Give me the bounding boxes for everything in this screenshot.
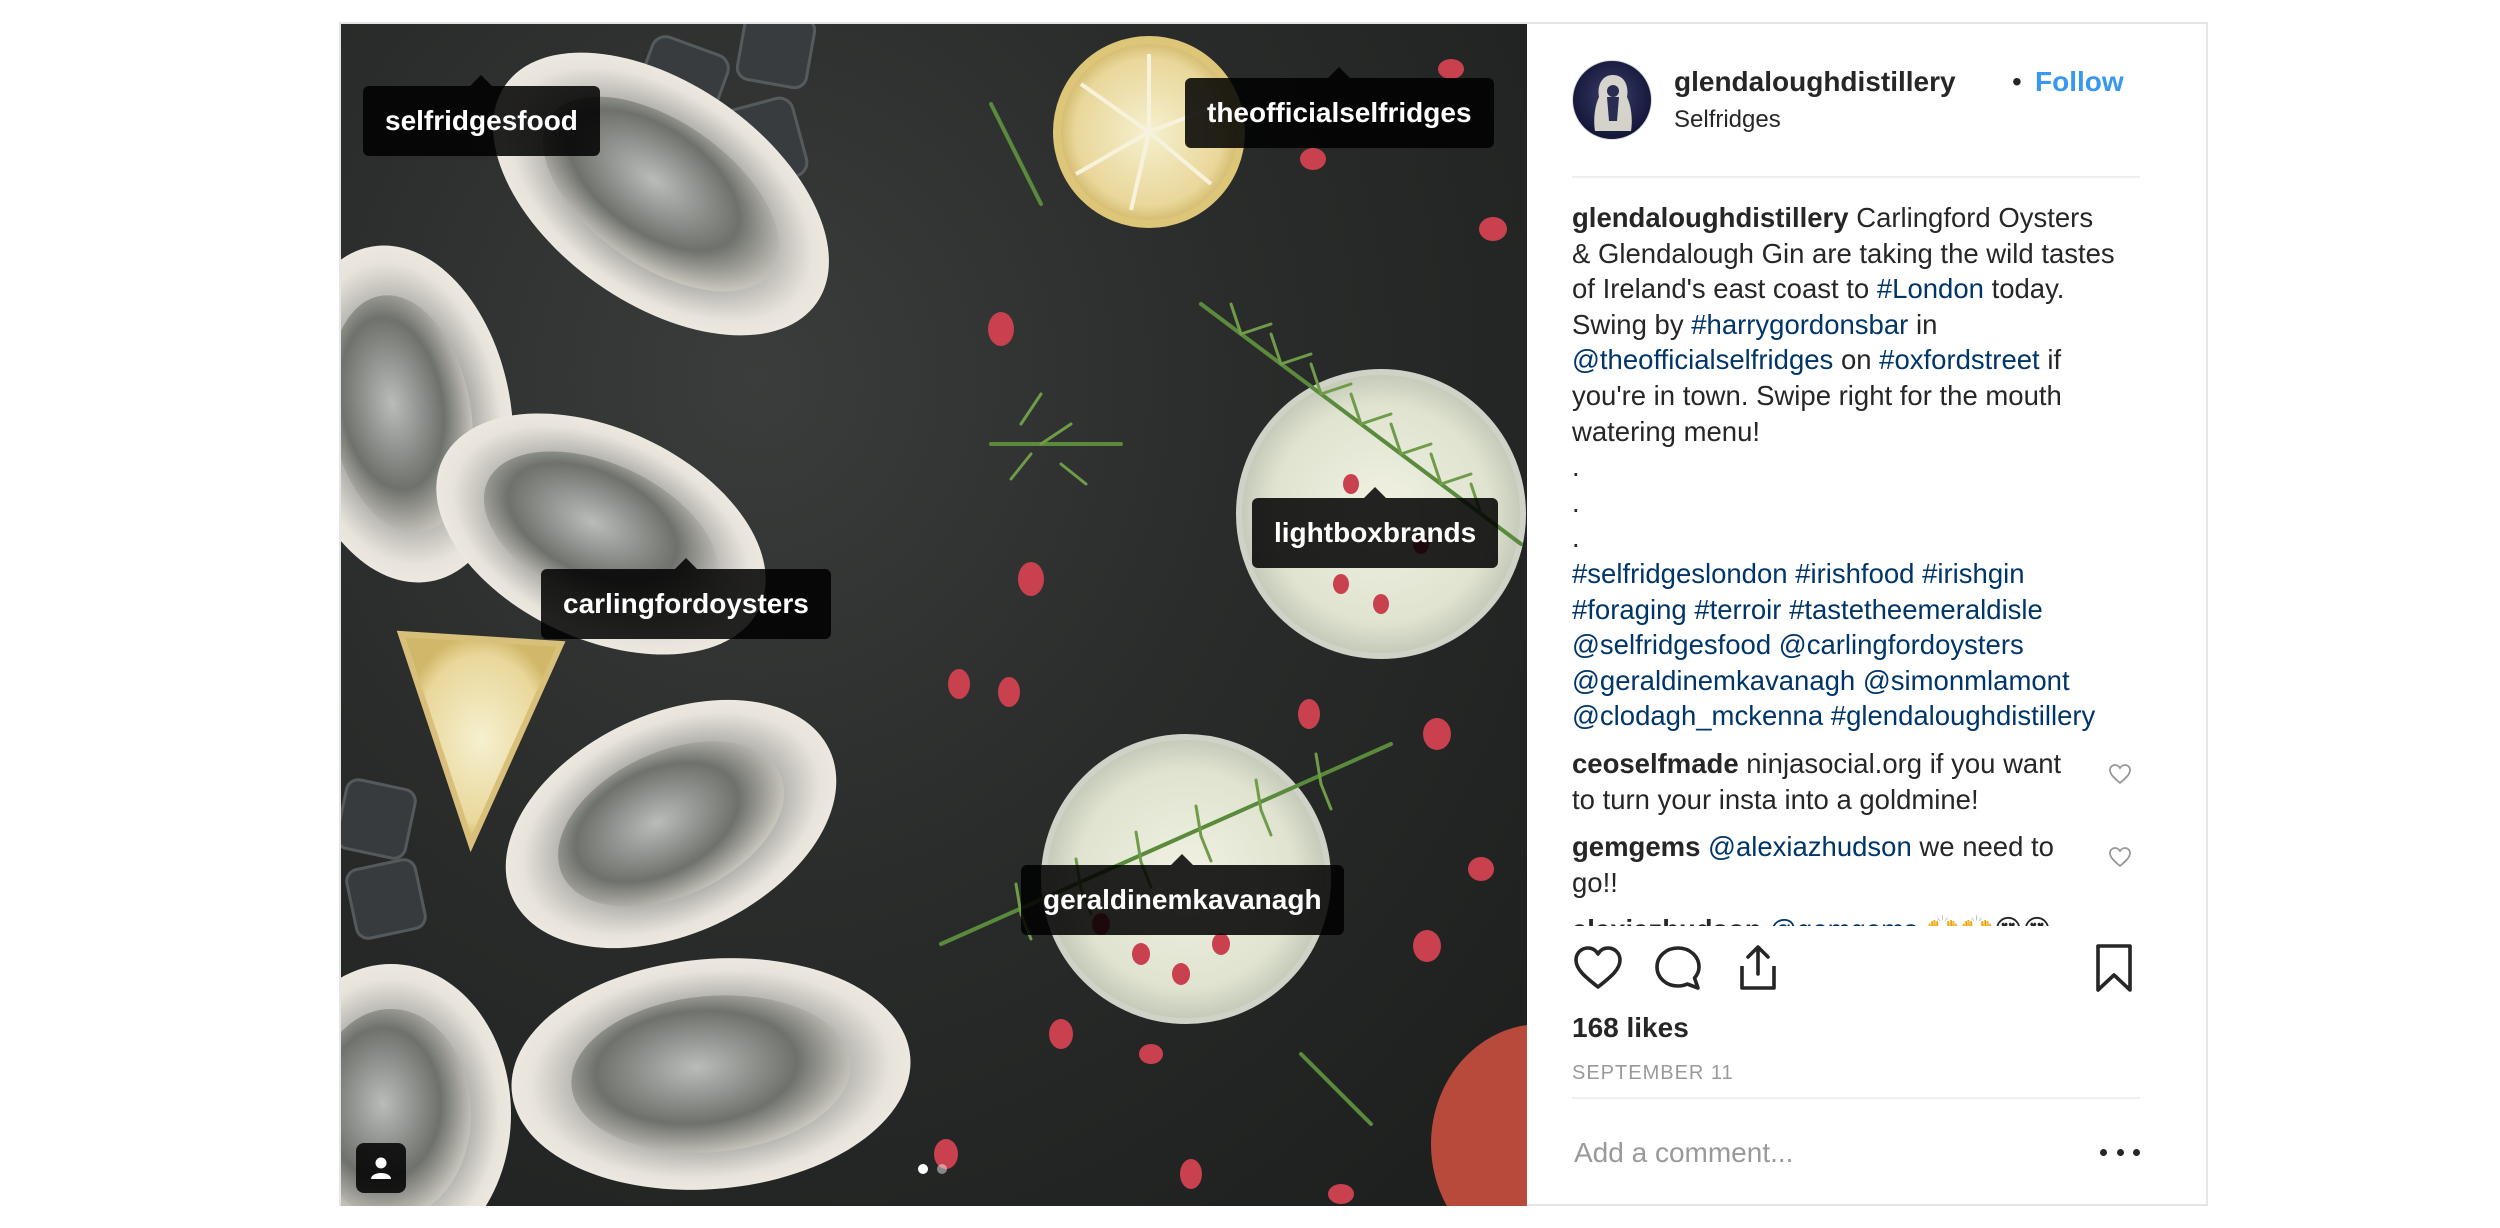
post-username[interactable]: glendaloughdistillery [1674,66,1956,98]
share-icon[interactable] [1732,942,1784,994]
hashtag-link[interactable]: #tastetheemeraldisle [1789,594,2043,625]
tagged-users-button[interactable] [356,1143,406,1193]
follow-button[interactable]: Follow [2035,66,2124,98]
post-caption: glendaloughdistillery Carlingford Oyster… [1572,200,2140,734]
mention-link[interactable]: @simonmlamont [1863,665,2070,696]
caption-text: you're in town. Swipe right for the mout… [1572,379,2062,411]
mention-link[interactable]: @gemgems [1769,914,1918,926]
caption-dot: . [1572,486,1580,518]
add-comment-input[interactable] [1572,1129,2076,1177]
caption-text: today. [1991,273,2065,305]
comments-section[interactable]: glendaloughdistillery Carlingford Oyster… [1572,200,2140,926]
bookmark-icon[interactable] [2088,942,2140,994]
photo-tag-carlingfordoysters[interactable]: carlingfordoysters [541,558,831,639]
comment-author[interactable]: gemgems [1572,831,1700,862]
like-comment-icon[interactable] [2108,845,2132,869]
hashtag-link[interactable]: #glendaloughdistillery [1831,700,2096,731]
post-date[interactable]: SEPTEMBER 11 [1572,1062,1734,1085]
post-header: glendaloughdistillery • Follow Selfridge… [1572,60,2140,178]
caption-text: on [1840,344,1872,376]
hashtag-link[interactable]: #irishgin [1922,558,2024,589]
carousel-indicator [918,1164,947,1174]
food-illustration [341,24,1527,1206]
post-photo[interactable]: selfridgesfood theofficialselfridges lig… [341,24,1527,1206]
mention-link[interactable]: @clodagh_mckenna [1572,700,1823,731]
separator-bullet: • [2012,66,2022,97]
mention-link[interactable]: @selfridgesfood [1572,629,1771,660]
more-options-button[interactable] [2100,1137,2140,1167]
caption-text: in [1915,308,1938,340]
hashtag-link[interactable]: #selfridgeslondon [1572,558,1788,589]
caption-text: of Ireland's east coast to [1572,273,1870,305]
mention-link[interactable]: @geraldinemkavanagh [1572,665,1855,696]
caption-dot: . [1572,522,1580,554]
add-comment-bar [1572,1097,2140,1199]
caption-text: Swing by [1572,308,1684,340]
comment-author[interactable]: ceoselfmade [1572,748,1739,779]
comment-icon[interactable] [1652,942,1704,994]
comment-text: ninjasocial.org if you want [1746,747,2062,779]
person-icon [371,1157,391,1179]
caption-dot: . [1572,451,1580,483]
hashtag-link[interactable]: #oxfordstreet [1879,344,2040,375]
photo-tag-theofficialselfridges[interactable]: theofficialselfridges [1185,67,1494,148]
carousel-dot [937,1164,947,1174]
hashtag-link[interactable]: #irishfood [1795,558,1914,589]
comment-item: gemgems @alexiazhudson we need to go!! [1572,829,2140,900]
caption-text: if [2047,344,2062,376]
hashtag-link[interactable]: #terroir [1694,594,1781,625]
mention-link[interactable]: @alexiazhudson [1708,831,1912,862]
comment-text: 🙌🙌😍😍 [1925,914,2051,926]
post-actions [1572,942,2140,998]
avatar[interactable] [1572,60,1652,140]
post-sidebar: glendaloughdistillery • Follow Selfridge… [1527,24,2206,1204]
comment-text: we need to [1919,831,2054,863]
mention-link[interactable]: @carlingfordoysters [1779,629,2024,660]
ellipsis-icon [2116,1148,2124,1156]
ellipsis-icon [2100,1148,2107,1156]
photo-tag-lightboxbrands[interactable]: lightboxbrands [1252,487,1499,568]
likes-count[interactable]: 168 likes [1572,1012,1689,1044]
comment-item: alexiazhudson @gemgems 🙌🙌😍😍 [1572,912,2140,926]
caption-author[interactable]: glendaloughdistillery [1572,202,1849,233]
comment-item: ceoselfmade ninjasocial.org if you want … [1572,746,2140,817]
heart-icon[interactable] [1572,942,1624,994]
comment-text: go!! [1572,866,1618,898]
caption-text: & Glendalough Gin are taking the wild ta… [1572,237,2115,269]
post-location[interactable]: Selfridges [1674,106,1781,134]
monk-logo-icon [1594,75,1632,131]
caption-text: Carlingford Oysters [1856,202,2094,233]
photo-tag-geraldinemkavanagh[interactable]: geraldinemkavanagh [1021,854,1344,935]
comment-author[interactable]: alexiazhudson [1572,914,1762,926]
like-comment-icon[interactable] [2108,762,2132,786]
hashtag-link[interactable]: #London [1877,273,1984,304]
caption-text: watering menu! [1572,415,1761,447]
carousel-dot-active [918,1164,928,1174]
photo-tag-selfridgesfood[interactable]: selfridgesfood [363,75,600,156]
mention-link[interactable]: @theofficialselfridges [1572,344,1833,375]
comment-text: to turn your insta into a goldmine! [1572,783,1979,815]
ellipsis-icon [2133,1148,2140,1156]
hashtag-link[interactable]: #harrygordonsbar [1691,309,1908,340]
hashtag-link[interactable]: #foraging [1572,594,1687,625]
